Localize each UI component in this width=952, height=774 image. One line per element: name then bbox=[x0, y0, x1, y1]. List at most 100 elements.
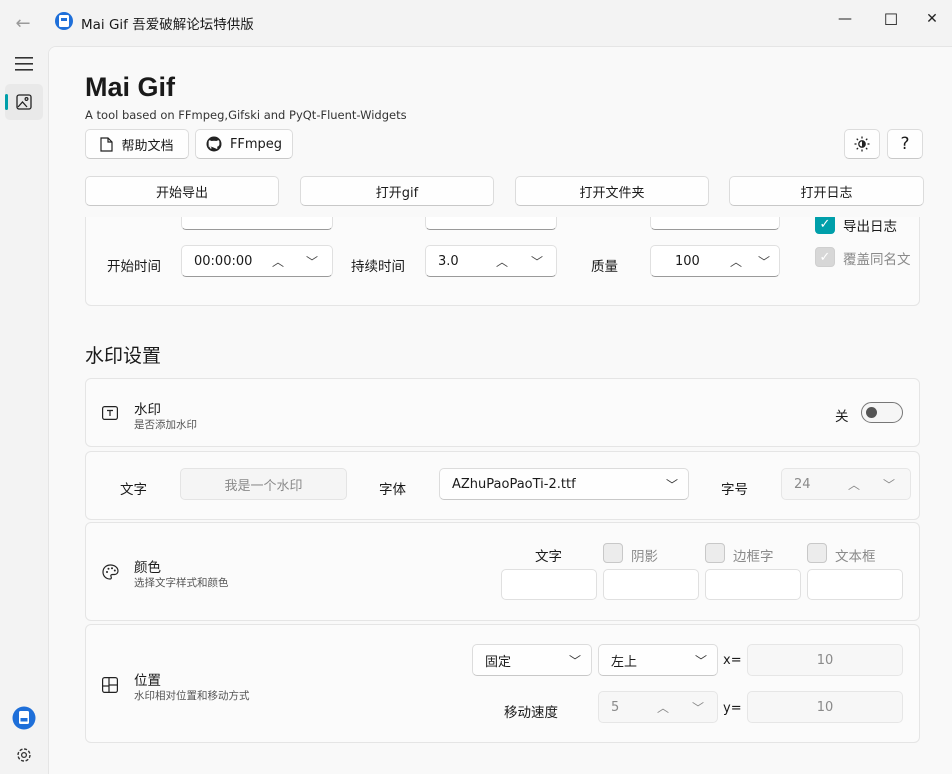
maximize-button[interactable]: ☐ bbox=[868, 4, 914, 34]
y-input[interactable]: 10 bbox=[747, 691, 903, 723]
hidden-field-3[interactable] bbox=[650, 217, 780, 230]
font-value: AZhuPaoPaoTi-2.ttf bbox=[452, 476, 576, 492]
content-area: Mai Gif A tool based on FFmpeg,Gifski an… bbox=[48, 46, 952, 774]
chevron-up-icon[interactable]: ︿ bbox=[655, 699, 671, 716]
question-icon: ? bbox=[900, 134, 910, 154]
sidebar-item-image[interactable] bbox=[5, 84, 43, 120]
image-icon bbox=[16, 94, 32, 110]
close-icon: ✕ bbox=[926, 11, 938, 27]
x-label: x= bbox=[723, 653, 742, 668]
toggle-knob bbox=[866, 407, 877, 418]
duration-input[interactable]: 3.0 ︿ ﹀ bbox=[425, 245, 557, 277]
hidden-field-2[interactable] bbox=[425, 217, 557, 230]
palette-icon bbox=[102, 564, 119, 580]
position-mode-select[interactable]: 固定 ﹀ bbox=[472, 644, 592, 676]
brightness-icon bbox=[854, 136, 870, 152]
hidden-field-1[interactable] bbox=[181, 217, 333, 230]
font-label: 字体 bbox=[379, 482, 406, 498]
watermark-position-card: 位置 水印相对位置和移动方式 固定 ﹀ 左上 ﹀ x= 10 移动速度 5 ︿ … bbox=[85, 624, 920, 743]
chevron-up-icon[interactable]: ︿ bbox=[728, 253, 744, 270]
chevron-up-icon[interactable]: ︿ bbox=[494, 253, 510, 270]
start-time-input[interactable]: 00:00:00 ︿ ﹀ bbox=[181, 245, 333, 277]
shadow-color-swatch[interactable] bbox=[603, 569, 699, 600]
export-log-checkbox[interactable]: ✓ bbox=[815, 217, 835, 234]
page-header: Mai Gif A tool based on FFmpeg,Gifski an… bbox=[49, 47, 952, 217]
chevron-down-icon[interactable]: ﹀ bbox=[690, 699, 706, 716]
close-button[interactable]: ✕ bbox=[912, 4, 952, 34]
watermark-text-card: 文字 我是一个水印 字体 AZhuPaoPaoTi-2.ttf ﹀ 字号 24 … bbox=[85, 451, 920, 520]
hamburger-menu-icon bbox=[15, 57, 33, 71]
text-label: 文字 bbox=[120, 482, 147, 498]
font-size-value: 24 bbox=[794, 476, 811, 492]
text-color-swatch[interactable] bbox=[501, 569, 597, 600]
overwrite-label: 覆盖同名文 bbox=[843, 252, 911, 268]
shadow-checkbox[interactable] bbox=[603, 543, 623, 563]
color-desc: 选择文字样式和颜色 bbox=[134, 577, 229, 589]
x-input[interactable]: 10 bbox=[747, 644, 903, 676]
position-mode-value: 固定 bbox=[485, 654, 512, 670]
watermark-toggle-switch[interactable] bbox=[861, 402, 903, 423]
start-export-label: 开始导出 bbox=[155, 185, 208, 201]
font-size-input[interactable]: 24 ︿ ﹀ bbox=[781, 468, 911, 500]
open-folder-button[interactable]: 打开文件夹 bbox=[515, 176, 709, 206]
checkmark-icon: ✓ bbox=[819, 249, 831, 265]
gif-avatar-icon bbox=[12, 706, 36, 730]
help-button[interactable]: ? bbox=[887, 129, 923, 159]
position-anchor-value: 左上 bbox=[611, 654, 638, 670]
open-log-button[interactable]: 打开日志 bbox=[729, 176, 924, 206]
export-log-label: 导出日志 bbox=[843, 219, 897, 235]
duration-label: 持续时间 bbox=[351, 259, 405, 275]
open-folder-label: 打开文件夹 bbox=[579, 185, 645, 201]
watermark-text-input[interactable]: 我是一个水印 bbox=[180, 468, 347, 500]
quality-input[interactable]: 100 ︿ ﹀ bbox=[650, 245, 780, 277]
open-gif-button[interactable]: 打开gif bbox=[300, 176, 494, 206]
quality-value: 100 bbox=[675, 253, 700, 269]
minimize-button[interactable]: — bbox=[822, 4, 868, 34]
position-title: 位置 bbox=[134, 673, 161, 689]
chevron-down-icon: ﹀ bbox=[694, 654, 707, 668]
ffmpeg-label: FFmpeg bbox=[229, 136, 283, 152]
text-box-color-swatch[interactable] bbox=[807, 569, 903, 600]
border-color-swatch[interactable] bbox=[705, 569, 801, 600]
chevron-down-icon[interactable]: ﹀ bbox=[756, 253, 772, 270]
position-desc: 水印相对位置和移动方式 bbox=[134, 690, 250, 702]
back-button[interactable]: ← bbox=[10, 10, 36, 36]
speed-value: 5 bbox=[611, 699, 620, 715]
chevron-down-icon[interactable]: ﹀ bbox=[529, 253, 545, 270]
start-time-label: 开始时间 bbox=[107, 259, 161, 275]
speed-input[interactable]: 5 ︿ ﹀ bbox=[598, 691, 718, 723]
back-arrow-icon: ← bbox=[15, 12, 31, 34]
chevron-down-icon: ﹀ bbox=[665, 478, 678, 492]
menu-button[interactable] bbox=[5, 46, 43, 82]
x-value: 10 bbox=[816, 652, 834, 668]
chevron-down-icon[interactable]: ﹀ bbox=[304, 253, 320, 270]
help-doc-button[interactable]: 帮助文档 bbox=[85, 129, 189, 159]
start-export-button[interactable]: 开始导出 bbox=[85, 176, 279, 206]
theme-toggle-button[interactable] bbox=[844, 129, 880, 159]
border-text-checkbox[interactable] bbox=[705, 543, 725, 563]
color-title: 颜色 bbox=[134, 560, 161, 576]
page-title: Mai Gif bbox=[85, 72, 176, 102]
checkmark-icon: ✓ bbox=[819, 217, 831, 232]
ffmpeg-button[interactable]: FFmpeg bbox=[195, 129, 293, 159]
chevron-up-icon[interactable]: ︿ bbox=[270, 253, 286, 270]
help-doc-label: 帮助文档 bbox=[121, 138, 174, 154]
avatar-button[interactable] bbox=[5, 700, 43, 736]
layout-icon bbox=[102, 677, 118, 693]
watermark-section-title: 水印设置 bbox=[85, 345, 162, 367]
size-label: 字号 bbox=[721, 482, 748, 498]
chevron-down-icon: ﹀ bbox=[568, 654, 581, 668]
speed-label: 移动速度 bbox=[504, 705, 558, 721]
font-select[interactable]: AZhuPaoPaoTi-2.ttf ﹀ bbox=[439, 468, 689, 500]
window-title: Mai Gif 吾爱破解论坛特供版 bbox=[81, 17, 254, 33]
position-anchor-select[interactable]: 左上 ﹀ bbox=[598, 644, 718, 676]
duration-value: 3.0 bbox=[438, 253, 459, 269]
chevron-up-icon[interactable]: ︿ bbox=[846, 476, 862, 493]
chevron-down-icon[interactable]: ﹀ bbox=[881, 476, 897, 493]
watermark-color-card: 颜色 选择文字样式和颜色 文字 阴影 边框字 文本框 bbox=[85, 522, 920, 621]
start-time-value: 00:00:00 bbox=[194, 253, 253, 269]
overwrite-checkbox[interactable]: ✓ bbox=[815, 247, 835, 267]
text-box-checkbox[interactable] bbox=[807, 543, 827, 563]
settings-scroll-area[interactable]: 开始时间 00:00:00 ︿ ﹀ 持续时间 3.0 ︿ ﹀ 质量 100 ︿ … bbox=[49, 217, 952, 774]
settings-button[interactable] bbox=[5, 737, 43, 773]
